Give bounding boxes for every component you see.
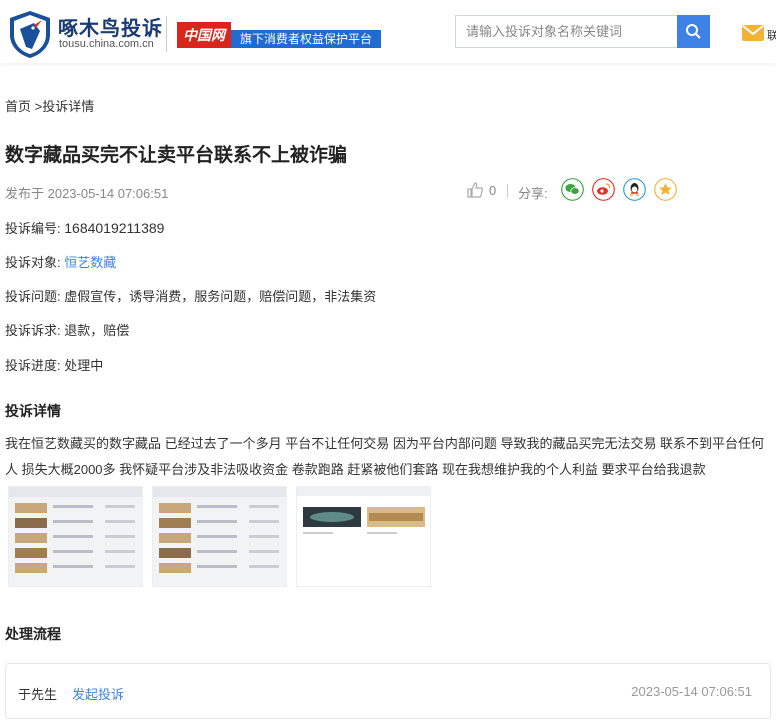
search-box — [455, 15, 677, 48]
evidence-image-2[interactable] — [152, 486, 287, 587]
weibo-icon[interactable] — [592, 178, 615, 201]
process-heading: 处理流程 — [5, 626, 61, 642]
complaint-title: 数字藏品买完不让卖平台联系不上被诈骗 — [5, 145, 348, 166]
search-icon — [686, 24, 701, 39]
process-step: 于先生 发起投诉 2023-05-14 07:06:51 — [5, 663, 771, 719]
search-input[interactable] — [456, 16, 676, 47]
field-label: 投诉诉求: — [5, 323, 61, 338]
evidence-image-1[interactable] — [8, 486, 143, 587]
breadcrumb-home[interactable]: 首页 — [5, 99, 31, 114]
woodpecker-logo-icon[interactable] — [6, 9, 54, 59]
site-logo-text[interactable]: 啄木鸟投诉 — [58, 12, 163, 41]
site-header: 啄木鸟投诉 tousu.china.com.cn 中国网 旗下消费者权益保护平台… — [0, 0, 776, 63]
field-complaint-issue: 投诉问题: 虚假宣传，诱导消费，服务问题，赔偿问题，非法集资 — [5, 286, 376, 305]
like-count: 0 — [489, 183, 497, 198]
field-value: 1684019211389 — [64, 220, 165, 236]
publish-time: 发布于 2023-05-14 07:06:51 — [5, 186, 169, 201]
field-label: 投诉进度: — [5, 358, 61, 373]
partner-tagline: 旗下消费者权益保护平台 — [231, 30, 381, 48]
china-com-logo[interactable]: 中国网 — [177, 22, 231, 48]
meta-divider — [507, 184, 508, 198]
share-label: 分享: — [518, 186, 548, 201]
field-label: 投诉编号: — [5, 221, 61, 236]
qzone-icon[interactable] — [654, 178, 677, 201]
field-label: 投诉问题: — [5, 289, 61, 304]
process-time: 2023-05-14 07:06:51 — [631, 684, 752, 699]
breadcrumb: 首页 >投诉详情 — [5, 96, 94, 115]
screenshot-thumbnail — [297, 487, 430, 586]
thumbs-up-icon[interactable] — [466, 181, 484, 199]
complaint-target-link[interactable]: 恒艺数藏 — [64, 255, 116, 270]
breadcrumb-current: 投诉详情 — [42, 99, 95, 114]
field-value: 退款，赔偿 — [64, 323, 130, 338]
complainant-name: 于先生 — [18, 687, 58, 702]
contact-label[interactable]: 联 — [767, 27, 776, 43]
detail-text: 我在恒艺数藏买的数字藏品 已经过去了一个多月 平台不让任何交易 因为平台内部问题… — [5, 436, 765, 477]
search-button[interactable] — [677, 15, 710, 48]
qq-icon[interactable] — [623, 178, 646, 201]
wechat-icon[interactable] — [561, 178, 584, 201]
site-url: tousu.china.com.cn — [59, 38, 154, 50]
screenshot-thumbnail — [153, 487, 286, 573]
detail-heading: 投诉详情 — [5, 403, 61, 419]
field-value: 虚假宣传，诱导消费，服务问题，赔偿问题，非法集资 — [64, 289, 377, 304]
evidence-image-3[interactable] — [296, 486, 431, 587]
process-action: 发起投诉 — [72, 687, 125, 702]
field-complaint-id: 投诉编号: 1684019211389 — [5, 218, 164, 237]
screenshot-thumbnail — [9, 487, 142, 573]
field-complaint-progress: 投诉进度: 处理中 — [5, 355, 103, 374]
field-value: 处理中 — [64, 358, 104, 373]
field-complaint-target: 投诉对象: 恒艺数藏 — [5, 252, 116, 271]
header-divider — [166, 16, 167, 52]
breadcrumb-separator: > — [31, 99, 43, 114]
field-complaint-demand: 投诉诉求: 退款，赔偿 — [5, 320, 129, 339]
mail-icon[interactable] — [742, 25, 764, 41]
field-label: 投诉对象: — [5, 255, 61, 270]
